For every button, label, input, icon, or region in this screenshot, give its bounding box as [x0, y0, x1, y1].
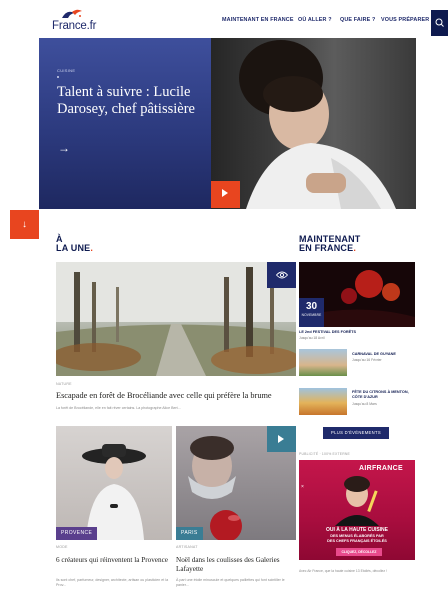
more-events-button[interactable]: PLUS D'ÉVÉNEMENTS: [323, 427, 389, 439]
nav-que-faire[interactable]: QUE FAIRE ?: [340, 17, 376, 23]
hero-color-panel: [39, 38, 211, 209]
featured-category: NATURE: [56, 382, 72, 386]
event-carnaval-thumb[interactable]: [299, 349, 347, 376]
hero-banner[interactable]: [39, 38, 416, 209]
event-menton-title[interactable]: FÊTE DU CITRONS À MENTON, CÔTE D'AZUR: [352, 390, 416, 400]
card-paris-category: ARTISANAT: [176, 545, 198, 549]
event-festival-date: Jusqu'au 18 Avril: [299, 336, 325, 340]
search-icon: [435, 18, 444, 27]
card-paris-description: À part une étoile minuscule et quelques …: [176, 578, 285, 587]
featured-article-title[interactable]: Escapade en forêt de Brocéliande avec ce…: [56, 391, 296, 401]
card-provence-image[interactable]: [56, 426, 172, 540]
nav-ou-aller[interactable]: OÙ ALLER ?: [298, 17, 332, 23]
hero-chef-photo: [211, 38, 416, 209]
section-heading-a-la-une: À LA UNE.: [56, 234, 94, 253]
nav-vous-preparer[interactable]: VOUS PRÉPARER: [381, 17, 429, 23]
site-header: France.fr MAINTENANT EN FRANCE OÙ ALLER …: [0, 0, 448, 38]
card-provence-description: Ils sont chef, parfumeur, designer, arch…: [56, 578, 169, 587]
event-day: 30: [305, 301, 318, 312]
ad-cta-button[interactable]: CLIQUEZ, DÉCOLLEZ: [336, 548, 382, 556]
hero-title[interactable]: Talent à suivre : Lucile Darosey, chef p…: [57, 84, 217, 118]
tag-paris[interactable]: PARIS: [176, 527, 203, 540]
hero-category: CUISINE: [57, 68, 76, 73]
section-heading-maintenant: MAINTENANT EN FRANCE.: [299, 234, 361, 253]
ad-line-2: DES MENUS ÉLABORÉS PAR: [330, 534, 384, 538]
event-carnaval-title[interactable]: CARNAVAL DE GUYANE: [352, 352, 416, 357]
play-video-button[interactable]: [211, 181, 240, 208]
ad-line-3: DES CHEFS FRANÇAIS ÉTOILÉS: [327, 539, 387, 543]
nav-maintenant-en-france[interactable]: MAINTENANT EN FRANCE: [222, 17, 294, 23]
card-provence-title[interactable]: 6 créateurs qui réinventent la Provence: [56, 556, 172, 565]
search-button[interactable]: [431, 10, 448, 36]
tag-provence[interactable]: PROVENCE: [56, 527, 98, 540]
event-festival-title[interactable]: LE 2nd FESTIVAL DES FORÊTS: [299, 330, 415, 335]
featured-article-description: La forêt de Brocéliande, elle en fait rê…: [56, 406, 181, 410]
card-paris-play-button[interactable]: [267, 426, 296, 452]
arrow-right-icon[interactable]: →: [58, 141, 70, 155]
airfrance-ad[interactable]: AIRFRANCE OUI À LA HAUTE CUISINE DES MEN…: [299, 460, 415, 560]
play-icon: [278, 435, 284, 443]
view-gallery-button[interactable]: [267, 262, 296, 288]
hero-dot-divider: [57, 76, 59, 78]
play-icon: [222, 189, 228, 197]
event-menton-thumb[interactable]: [299, 388, 347, 415]
event-menton-date: Jusqu'au 8 Mars: [352, 402, 377, 406]
ad-note: Avec Air France, que la haute cuisine 13…: [299, 569, 387, 573]
card-paris-title[interactable]: Noël dans les coulisses des Galeries Laf…: [176, 556, 298, 574]
scroll-down-button[interactable]: ↓: [10, 210, 39, 239]
event-carnaval-date: Jusqu'au 16 Février: [352, 358, 382, 362]
logo-text: France.fr: [52, 20, 97, 32]
ad-label: PUBLICITÉ · 100% EXTERNE: [299, 452, 350, 456]
featured-article-image[interactable]: [56, 262, 296, 376]
eye-icon: [276, 271, 288, 279]
ad-line-1: OUI À LA HAUTE CUISINE: [325, 527, 389, 533]
card-provence-category: MODE: [56, 545, 68, 549]
event-date-badge: 30 NOVEMBRE: [299, 298, 324, 327]
close-icon[interactable]: ×: [301, 484, 304, 490]
site-logo[interactable]: France.fr: [52, 8, 112, 34]
event-month: NOVEMBRE: [301, 313, 322, 317]
